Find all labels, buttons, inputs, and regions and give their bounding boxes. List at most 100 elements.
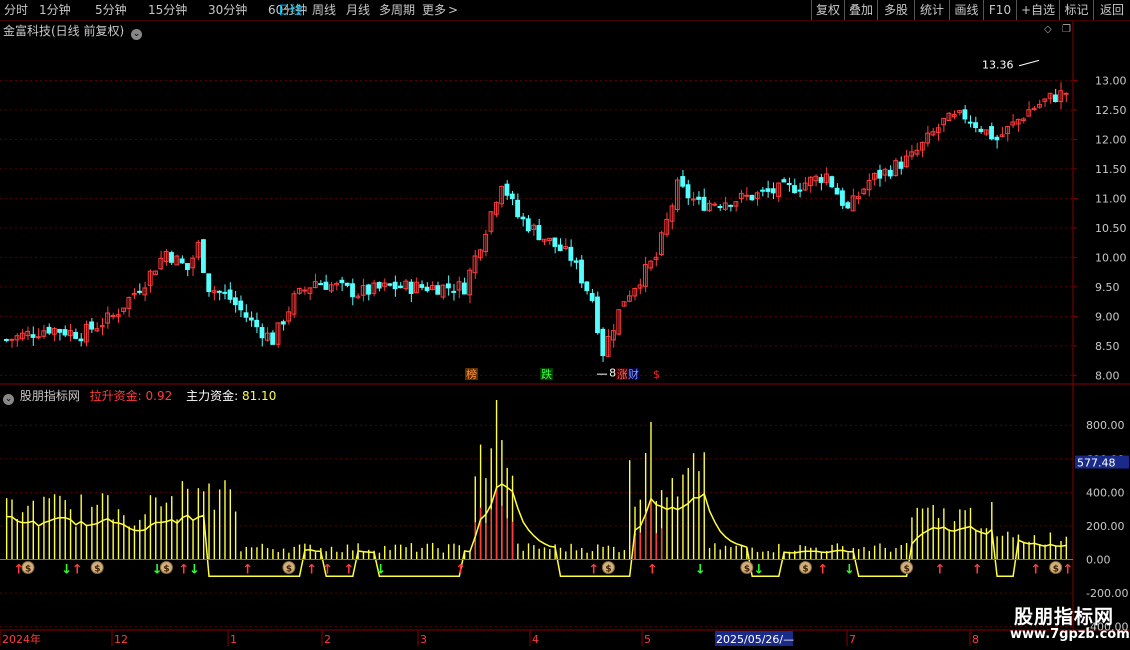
money-bag-symbol: $ — [94, 565, 100, 575]
candle-body — [829, 176, 835, 188]
chart-canvas[interactable]: 13.0012.5012.0011.5011.0010.5010.009.509… — [0, 0, 1130, 650]
candle-body — [978, 128, 984, 133]
indicator-tick-label: 800.00 — [1086, 419, 1125, 432]
candle-body — [536, 225, 542, 241]
chevron-down-icon[interactable]: ⌄ — [131, 29, 143, 40]
candle-body — [509, 193, 515, 200]
huaxian-button[interactable]: 画线 — [949, 0, 983, 20]
period-tab-multi[interactable]: 多周期 — [379, 2, 415, 18]
candle-body — [238, 300, 244, 311]
indicator-tick-label: 0.00 — [1086, 554, 1111, 567]
candle-body — [898, 161, 904, 169]
candle-body — [786, 183, 792, 186]
date-axis-label: 2 — [324, 633, 331, 646]
candle-body — [845, 202, 851, 209]
candle-body — [302, 289, 308, 292]
candle-body — [840, 190, 845, 206]
event-marker: 涨 — [617, 368, 628, 381]
watermark-url: www.7gpzb.com — [1010, 627, 1130, 642]
indicator-bar-series — [5, 400, 1068, 560]
buy-arrow-icon: ↑ — [242, 563, 253, 578]
indicator-title-row: ⌄ 股朋指标网 拉升资金: 0.92 主力资金: 81.10 — [3, 387, 276, 405]
candle-body — [46, 326, 52, 334]
price-tick-label: 8.50 — [1095, 340, 1120, 353]
candle-body — [445, 283, 451, 289]
price-tick-label: 10.50 — [1095, 222, 1127, 235]
buy-arrow-icon: ↑ — [455, 563, 466, 578]
candle-body — [600, 328, 606, 357]
watermark-name: 股朋指标网 — [1014, 606, 1115, 628]
diejia-button[interactable]: 叠加 — [844, 0, 877, 20]
window-restore-icon[interactable]: ❐ — [1062, 24, 1071, 35]
tongji-button[interactable]: 统计 — [914, 0, 949, 20]
watermark-logo: 股朋指标网 www.7gpzb.com — [988, 600, 1130, 650]
candle-body — [579, 259, 584, 284]
event-marker: 跌 — [541, 367, 552, 381]
biaoji-button[interactable]: 标记 — [1059, 0, 1093, 20]
buy-arrow-icon: ↑ — [935, 563, 946, 578]
period-tab-30min[interactable]: 30分钟 — [208, 2, 247, 18]
add-watchlist-button[interactable]: +自选 — [1016, 0, 1059, 20]
period-tab-5min[interactable]: 5分钟 — [95, 2, 127, 18]
buy-arrow-icon: ↑ — [588, 563, 599, 578]
period-tab-1min[interactable]: 1分钟 — [39, 2, 71, 18]
candle-body — [110, 315, 116, 318]
period-toolbar: 分时 1分钟 5分钟 15分钟 30分钟 60分钟 日线 周线 月线 多周期 更… — [0, 0, 1130, 21]
candle-body — [206, 273, 212, 292]
lashen-value: 0.92 — [145, 389, 173, 403]
period-tab-weekly[interactable]: 周线 — [312, 2, 336, 18]
candle-body — [781, 179, 787, 183]
candle-body — [552, 237, 558, 247]
current-value-tag: 577.48 — [1077, 457, 1116, 470]
period-tab-fenshi[interactable]: 分时 — [4, 2, 28, 18]
indicator-tick-label: 400.00 — [1086, 486, 1125, 499]
candle-body — [408, 281, 414, 294]
candle-body — [887, 169, 893, 177]
diamond-icon[interactable]: ◇ — [1044, 24, 1052, 35]
candle-body — [504, 183, 510, 196]
f10-button[interactable]: F10 — [983, 0, 1016, 20]
money-bag-symbol: $ — [1053, 565, 1059, 575]
period-tab-monthly[interactable]: 月线 — [346, 2, 370, 18]
price-tick-label: 9.00 — [1095, 310, 1120, 323]
candle-body — [696, 196, 702, 200]
candle-body — [994, 136, 1000, 141]
lashen-label: 拉升资金: — [89, 389, 142, 403]
period-tab-15min[interactable]: 15分钟 — [148, 2, 187, 18]
buy-arrow-icon: ↑ — [72, 563, 83, 578]
candle-body — [515, 199, 521, 218]
candle-body — [989, 126, 994, 140]
price-tick-label: 10.00 — [1095, 251, 1127, 264]
period-tab-more[interactable]: 更多 > — [422, 2, 458, 18]
event-marker: $ — [653, 368, 660, 381]
candle-body — [387, 283, 393, 286]
price-tick-label: 13.00 — [1095, 74, 1127, 87]
candle-body — [398, 285, 403, 289]
price-tick-label: 11.00 — [1095, 192, 1127, 205]
price-tick-label: 12.00 — [1095, 133, 1127, 146]
event-marker: 榜 — [466, 367, 477, 381]
back-button[interactable]: 返回 — [1093, 0, 1130, 20]
price-tick-label: 11.50 — [1095, 163, 1127, 176]
candle-body — [73, 332, 79, 339]
date-axis-label: 12 — [114, 633, 128, 646]
date-axis-label: 8 — [972, 633, 979, 646]
sell-arrow-icon: ↓ — [844, 563, 855, 578]
fuquan-button[interactable]: 复权 — [811, 0, 844, 20]
duogu-button[interactable]: 多股 — [877, 0, 914, 20]
candle-body — [584, 281, 590, 292]
indicator-tick-label: -200.00 — [1086, 587, 1128, 600]
candle-body — [728, 204, 734, 207]
chevron-down-icon[interactable]: ⌄ — [3, 394, 14, 405]
buy-arrow-icon: ↑ — [322, 563, 333, 578]
period-tab-daily[interactable]: 日线 — [278, 2, 302, 18]
candle-body — [419, 284, 425, 288]
sell-arrow-icon: ↓ — [61, 563, 72, 578]
candle-body — [30, 334, 36, 338]
date-axis-label: 5 — [644, 633, 651, 646]
candle-body — [690, 198, 696, 201]
candle-body — [392, 281, 398, 290]
candle-body — [770, 188, 776, 194]
indicator-name: 股朋指标网 — [19, 389, 80, 403]
candle-body — [589, 293, 595, 301]
